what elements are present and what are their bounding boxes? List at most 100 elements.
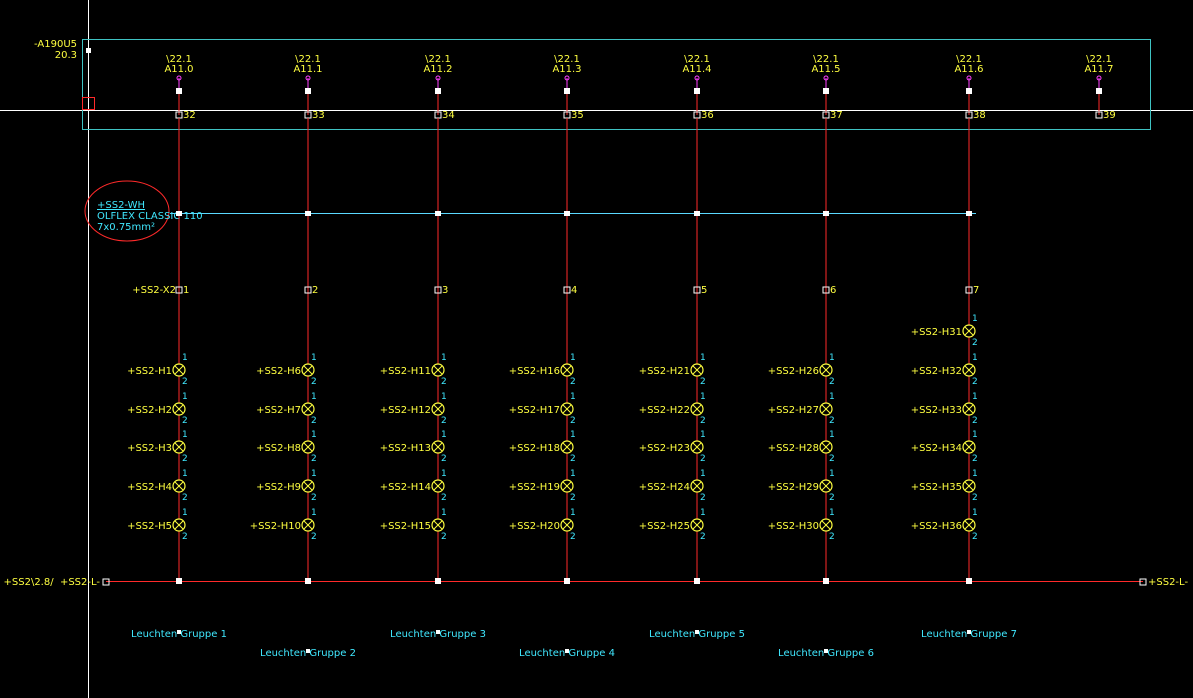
column-6-lamp-3-pin-bottom: 2	[972, 454, 978, 464]
column-3-lamp-2-pin-bottom: 2	[570, 454, 576, 464]
column-3-lamp-1-pin-bottom: 2	[570, 416, 576, 426]
column-0-lamp-0-label[interactable]: +SS2-H1	[127, 366, 172, 377]
column-2-lamp-2-label[interactable]: +SS2-H13	[380, 443, 431, 454]
column-2-lamp-0-pin-top: 1	[441, 353, 447, 363]
column-6-lamp-0-pin-top: 1	[972, 314, 978, 324]
column-2-xterm-label: 3	[442, 285, 448, 296]
column-5-lamp-3-pin-top: 1	[829, 469, 835, 479]
column-7-address[interactable]: A11.7	[1084, 64, 1113, 75]
column-2-lamp-3-label[interactable]: +SS2-H14	[380, 482, 431, 493]
column-4-lamp-1-pin-top: 1	[700, 392, 706, 402]
column-0-bus-junction[interactable]	[176, 578, 182, 584]
column-0-cable-core[interactable]	[176, 211, 182, 216]
column-2-output-connector[interactable]	[435, 88, 441, 94]
column-6-lamp-4-label[interactable]: +SS2-H35	[911, 482, 962, 493]
column-5-cable-core[interactable]	[823, 211, 829, 216]
column-3-cable-core[interactable]	[564, 211, 570, 216]
column-4-cable-core[interactable]	[694, 211, 700, 216]
column-6-output-connector[interactable]	[966, 88, 972, 94]
column-3-lamp-0-pin-bottom: 2	[570, 377, 576, 387]
column-2-terminal-label: 34	[442, 110, 455, 121]
column-3-lamp-1-label[interactable]: +SS2-H17	[509, 405, 560, 416]
column-4-lamp-4-pin-bottom: 2	[700, 532, 706, 542]
column-5-lamp-0-label[interactable]: +SS2-H26	[768, 366, 819, 377]
column-1-lamp-1-label[interactable]: +SS2-H7	[256, 405, 301, 416]
schematic-canvas[interactable]: -A190U5 20.3 +SS2-WH OLFLEX CLASSIC 110 …	[0, 0, 1193, 698]
column-4-lamp-3-label[interactable]: +SS2-H24	[639, 482, 690, 493]
column-6-lamp-0-label[interactable]: +SS2-H31	[911, 327, 962, 338]
column-6-lamp-5-pin-bottom: 2	[972, 532, 978, 542]
column-3-group-label[interactable]: Leuchten Gruppe 4	[519, 648, 615, 659]
column-7-output-connector[interactable]	[1096, 88, 1102, 94]
column-2-lamp-4-pin-bottom: 2	[441, 532, 447, 542]
column-6-lamp-3-label[interactable]: +SS2-H34	[911, 443, 962, 454]
column-2-lamp-0-label[interactable]: +SS2-H11	[380, 366, 431, 377]
column-3-lamp-2-label[interactable]: +SS2-H18	[509, 443, 560, 454]
column-2-lamp-4-label[interactable]: +SS2-H15	[380, 521, 431, 532]
column-3-lamp-3-pin-top: 1	[570, 469, 576, 479]
column-0-lamp-2-label[interactable]: +SS2-H3	[127, 443, 172, 454]
column-4-lamp-0-label[interactable]: +SS2-H21	[639, 366, 690, 377]
column-1-output-connector[interactable]	[305, 88, 311, 94]
column-2-lamp-1-label[interactable]: +SS2-H12	[380, 405, 431, 416]
column-1-lamp-2-pin-top: 1	[311, 430, 317, 440]
column-4-address[interactable]: A11.4	[682, 64, 711, 75]
column-1-lamp-4-label[interactable]: +SS2-H10	[250, 521, 301, 532]
column-5-group-label[interactable]: Leuchten Gruppe 6	[778, 648, 874, 659]
column-6-lamp-2-label[interactable]: +SS2-H33	[911, 405, 962, 416]
column-6-cable-core[interactable]	[966, 211, 972, 216]
column-3-bus-junction[interactable]	[564, 578, 570, 584]
column-4-group-label[interactable]: Leuchten Gruppe 5	[649, 629, 745, 640]
column-2-cable-core[interactable]	[435, 211, 441, 216]
column-1-lamp-3-pin-bottom: 2	[311, 493, 317, 503]
column-1-lamp-2-label[interactable]: +SS2-H8	[256, 443, 301, 454]
column-1-lamp-0-label[interactable]: +SS2-H6	[256, 366, 301, 377]
column-1-lamp-3-label[interactable]: +SS2-H9	[256, 482, 301, 493]
column-4-output-connector[interactable]	[694, 88, 700, 94]
column-6-lamp-5-pin-top: 1	[972, 508, 978, 518]
column-5-lamp-4-label[interactable]: +SS2-H30	[768, 521, 819, 532]
column-0-group-label[interactable]: Leuchten Gruppe 1	[131, 629, 227, 640]
column-6-lamp-5-label[interactable]: +SS2-H36	[911, 521, 962, 532]
column-3-lamp-1-pin-top: 1	[570, 392, 576, 402]
column-4-lamp-1-label[interactable]: +SS2-H22	[639, 405, 690, 416]
column-2-address[interactable]: A11.2	[423, 64, 452, 75]
column-2-bus-junction[interactable]	[435, 578, 441, 584]
column-3-lamp-0-label[interactable]: +SS2-H16	[509, 366, 560, 377]
column-3-output-connector[interactable]	[564, 88, 570, 94]
module-grip[interactable]	[86, 48, 91, 53]
column-6-lamp-1-pin-top: 1	[972, 353, 978, 363]
column-1-address[interactable]: A11.1	[293, 64, 322, 75]
column-1-group-label[interactable]: Leuchten Gruppe 2	[260, 648, 356, 659]
column-5-lamp-3-label[interactable]: +SS2-H29	[768, 482, 819, 493]
column-0-lamp-3-label[interactable]: +SS2-H4	[127, 482, 172, 493]
column-6-group-label[interactable]: Leuchten Gruppe 7	[921, 629, 1017, 640]
column-6-lamp-2-pin-bottom: 2	[972, 416, 978, 426]
column-5-lamp-2-label[interactable]: +SS2-H28	[768, 443, 819, 454]
column-0-address[interactable]: A11.0	[164, 64, 193, 75]
column-0-lamp-4-label[interactable]: +SS2-H5	[127, 521, 172, 532]
column-6-address[interactable]: A11.6	[954, 64, 983, 75]
column-0-lamp-2-pin-bottom: 2	[182, 454, 188, 464]
cable-name[interactable]: +SS2-WH	[97, 200, 145, 211]
column-2-lamp-1-pin-bottom: 2	[441, 416, 447, 426]
column-0-output-connector[interactable]	[176, 88, 182, 94]
column-5-bus-junction[interactable]	[823, 578, 829, 584]
column-4-lamp-4-label[interactable]: +SS2-H25	[639, 521, 690, 532]
column-4-bus-junction[interactable]	[694, 578, 700, 584]
column-3-address[interactable]: A11.3	[552, 64, 581, 75]
column-5-lamp-1-label[interactable]: +SS2-H27	[768, 405, 819, 416]
column-3-lamp-4-label[interactable]: +SS2-H20	[509, 521, 560, 532]
column-3-lamp-3-label[interactable]: +SS2-H19	[509, 482, 560, 493]
column-1-lamp-0-pin-top: 1	[311, 353, 317, 363]
column-1-cable-core[interactable]	[305, 211, 311, 216]
column-0-lamp-1-label[interactable]: +SS2-H2	[127, 405, 172, 416]
column-5-address[interactable]: A11.5	[811, 64, 840, 75]
module-frame[interactable]	[82, 39, 1151, 130]
column-4-lamp-2-label[interactable]: +SS2-H23	[639, 443, 690, 454]
column-6-lamp-1-label[interactable]: +SS2-H32	[911, 366, 962, 377]
column-1-bus-junction[interactable]	[305, 578, 311, 584]
column-2-group-label[interactable]: Leuchten Gruppe 3	[390, 629, 486, 640]
column-6-bus-junction[interactable]	[966, 578, 972, 584]
column-5-output-connector[interactable]	[823, 88, 829, 94]
